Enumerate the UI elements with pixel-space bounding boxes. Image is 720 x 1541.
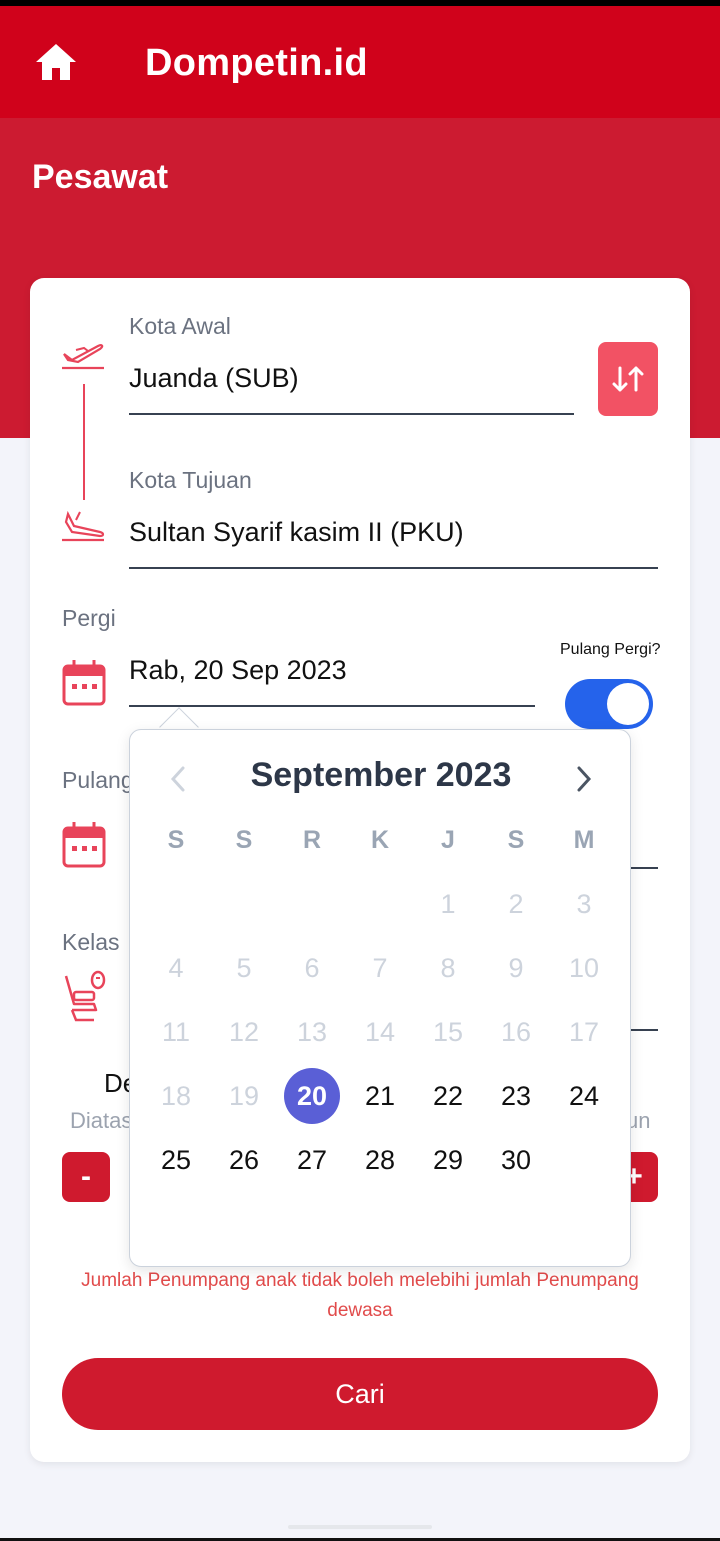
destination-underline xyxy=(129,567,658,569)
calendar-day: 9 xyxy=(508,952,524,983)
calendar-blank xyxy=(278,872,346,936)
plane-takeoff-icon xyxy=(60,338,106,375)
calendar-day: 3 xyxy=(576,888,592,919)
app-bar: Dompetin.id xyxy=(0,6,720,118)
return-underline xyxy=(629,867,658,869)
calendar-blank xyxy=(210,872,278,936)
calendar-month-title: September 2023 xyxy=(250,756,512,794)
calendar-grid: S S R K J S M 1 2 3 4 5 6 7 8 9 10 11 12 13 14 15 16 17 1… xyxy=(142,808,618,1192)
toggle-knob xyxy=(607,683,649,725)
page-title: Pesawat xyxy=(32,158,169,196)
destination-label: Kota Tujuan xyxy=(129,467,252,493)
weekday-header: K xyxy=(370,825,390,854)
calendar-day: 5 xyxy=(236,952,252,983)
calendar-day: 14 xyxy=(364,1016,396,1047)
calendar-day: 17 xyxy=(568,1016,600,1047)
destination-field[interactable]: Sultan Syarif kasim II (PKU) xyxy=(129,517,464,548)
calendar-day[interactable]: 26 xyxy=(210,1128,278,1192)
weekday-header: S xyxy=(167,825,185,854)
weekday-header: R xyxy=(302,825,322,854)
calendar-day[interactable]: 28 xyxy=(346,1128,414,1192)
calendar-day[interactable]: 22 xyxy=(414,1064,482,1128)
calendar-blank xyxy=(346,872,414,936)
depart-underline xyxy=(129,705,535,707)
calendar-day: 18 xyxy=(160,1080,192,1111)
calendar-day: 7 xyxy=(372,952,388,983)
route-connector xyxy=(83,384,85,500)
calendar-day[interactable]: 25 xyxy=(142,1128,210,1192)
calendar-day: 2 xyxy=(508,888,524,919)
home-indicator xyxy=(288,1525,432,1529)
origin-underline xyxy=(129,413,574,415)
calendar-icon xyxy=(62,820,106,873)
app-title: Dompetin.id xyxy=(145,42,368,84)
calendar-day: 11 xyxy=(161,1016,191,1047)
calendar-day: 16 xyxy=(500,1016,532,1047)
calendar-day: 19 xyxy=(228,1080,260,1111)
calendar-icon xyxy=(62,658,106,711)
calendar-day: 4 xyxy=(168,952,184,983)
depart-date-field[interactable]: Rab, 20 Sep 2023 xyxy=(129,655,347,686)
weekday-header: S xyxy=(235,825,253,854)
calendar-day[interactable]: 21 xyxy=(346,1064,414,1128)
calendar-day: 15 xyxy=(432,1016,464,1047)
depart-label: Pergi xyxy=(62,605,116,631)
calendar-day[interactable]: 29 xyxy=(414,1128,482,1192)
calendar-day-selected[interactable]: 20 xyxy=(278,1064,346,1128)
adult-passenger-subtitle: Diatas xyxy=(70,1108,133,1133)
return-label: Pulang xyxy=(62,767,134,793)
passenger-warning: Jumlah Penumpang anak tidak boleh melebi… xyxy=(81,1270,639,1321)
calendar-day: 6 xyxy=(304,952,320,983)
calendar-day[interactable]: 30 xyxy=(482,1128,550,1192)
minus-icon: - xyxy=(81,1160,91,1193)
date-picker-popup: September 2023 S S R K J S M 1 2 3 4 5 6 7 8 9 10… xyxy=(129,729,631,1267)
class-underline xyxy=(629,1029,658,1031)
weekday-header: J xyxy=(441,825,455,854)
class-label: Kelas xyxy=(62,929,120,955)
weekday-header: S xyxy=(507,825,525,854)
seat-icon xyxy=(60,970,106,1027)
adult-minus-button[interactable]: - xyxy=(62,1152,110,1202)
search-button[interactable]: Cari xyxy=(62,1358,658,1430)
weekday-header: M xyxy=(573,825,595,854)
calendar-day: 13 xyxy=(296,1016,328,1047)
calendar-day: 10 xyxy=(568,952,600,983)
calendar-day[interactable]: 27 xyxy=(278,1128,346,1192)
roundtrip-label: Pulang Pergi? xyxy=(560,641,661,658)
plane-landing-icon xyxy=(60,508,106,547)
calendar-blank xyxy=(142,872,210,936)
calendar-day[interactable]: 23 xyxy=(482,1064,550,1128)
calendar-day: 12 xyxy=(228,1016,260,1047)
origin-field[interactable]: Juanda (SUB) xyxy=(129,363,299,394)
swap-cities-button[interactable] xyxy=(598,342,658,416)
swap-arrows-icon xyxy=(612,366,644,392)
calendar-day: 1 xyxy=(440,888,456,919)
origin-label: Kota Awal xyxy=(129,313,231,339)
home-icon[interactable] xyxy=(34,42,78,82)
calendar-day[interactable]: 24 xyxy=(550,1064,618,1128)
roundtrip-toggle[interactable] xyxy=(565,679,653,729)
calendar-day: 8 xyxy=(440,952,456,983)
next-month-icon[interactable] xyxy=(568,764,598,794)
